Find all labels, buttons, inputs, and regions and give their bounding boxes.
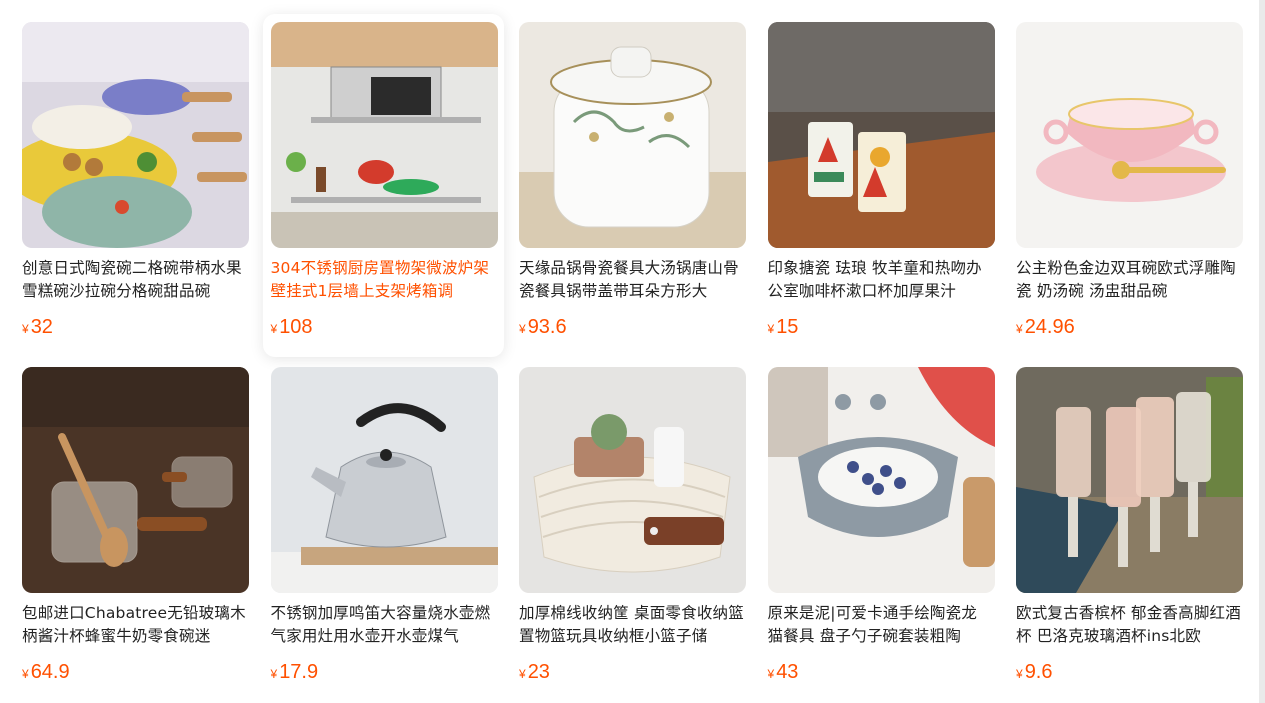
product-title[interactable]: 加厚棉线收纳筐 桌面零食收纳篮 置物篮玩具收纳框小篮子储 bbox=[519, 602, 744, 648]
product-price: ¥9.6 bbox=[1016, 661, 1053, 684]
product-title[interactable]: 包邮进口Chabatree无铅玻璃木柄酱汁杯蜂蜜牛奶零食碗迷 bbox=[22, 602, 247, 648]
product-card[interactable]: 印象搪瓷 珐琅 牧羊童和热吻办公室咖啡杯漱口杯加厚果汁 ¥15 bbox=[760, 14, 1001, 357]
currency-symbol: ¥ bbox=[767, 667, 775, 681]
currency-symbol: ¥ bbox=[22, 322, 29, 336]
price-value: 17.9 bbox=[279, 661, 319, 683]
product-title[interactable]: 不锈钢加厚鸣笛大容量烧水壶燃气家用灶用水壶开水壶煤气 bbox=[271, 602, 496, 648]
product-grid: 创意日式陶瓷碗二格碗带柄水果雪糕碗沙拉碗分格碗甜品碗 ¥32 304不锈钢厨房置… bbox=[14, 14, 1249, 702]
product-title[interactable]: 欧式复古香槟杯 郁金香高脚红酒杯 巴洛克玻璃酒杯ins北欧 bbox=[1016, 602, 1241, 648]
currency-symbol: ¥ bbox=[22, 667, 29, 681]
price-value: 93.6 bbox=[527, 316, 567, 338]
product-card[interactable]: 包邮进口Chabatree无铅玻璃木柄酱汁杯蜂蜜牛奶零食碗迷 ¥64.9 bbox=[14, 359, 255, 702]
currency-symbol: ¥ bbox=[1016, 322, 1023, 336]
product-card[interactable]: 天缘品锅骨瓷餐具大汤锅唐山骨瓷餐具锅带盖带耳朵方形大 ¥93.6 bbox=[511, 14, 752, 357]
page-scrollbar[interactable] bbox=[1259, 0, 1265, 703]
product-price: ¥23 bbox=[519, 661, 550, 684]
price-value: 32 bbox=[30, 316, 53, 338]
price-value: 24.96 bbox=[1024, 316, 1075, 338]
product-card[interactable]: 欧式复古香槟杯 郁金香高脚红酒杯 巴洛克玻璃酒杯ins北欧 ¥9.6 bbox=[1008, 359, 1249, 702]
price-value: 9.6 bbox=[1024, 661, 1053, 683]
ceramic-divided-bowls-image[interactable] bbox=[22, 22, 249, 248]
product-title[interactable]: 公主粉色金边双耳碗欧式浮雕陶瓷 奶汤碗 汤盅甜品碗 bbox=[1016, 257, 1241, 303]
totoro-ceramic-bowl-image[interactable] bbox=[767, 367, 995, 593]
currency-symbol: ¥ bbox=[270, 667, 278, 681]
product-title[interactable]: 天缘品锅骨瓷餐具大汤锅唐山骨瓷餐具锅带盖带耳朵方形大 bbox=[519, 257, 744, 303]
product-title[interactable]: 原来是泥|可爱卡通手绘陶瓷龙猫餐具 盘子勺子碗套装粗陶 bbox=[768, 602, 993, 648]
enamel-cups-image[interactable] bbox=[767, 22, 995, 248]
currency-symbol: ¥ bbox=[270, 322, 278, 336]
price-value: 23 bbox=[527, 661, 550, 683]
currency-symbol: ¥ bbox=[767, 322, 775, 336]
product-title[interactable]: 印象搪瓷 珐琅 牧羊童和热吻办公室咖啡杯漱口杯加厚果汁 bbox=[768, 257, 993, 303]
product-price: ¥93.6 bbox=[519, 316, 567, 339]
price-value: 108 bbox=[279, 316, 313, 338]
pink-soup-bowl-image[interactable] bbox=[1016, 22, 1243, 248]
bone-china-soup-pot-image[interactable] bbox=[519, 22, 746, 248]
price-value: 43 bbox=[776, 661, 799, 683]
product-price: ¥17.9 bbox=[271, 661, 319, 684]
product-grid-page: 创意日式陶瓷碗二格碗带柄水果雪糕碗沙拉碗分格碗甜品碗 ¥32 304不锈钢厨房置… bbox=[0, 0, 1259, 703]
product-card[interactable]: 不锈钢加厚鸣笛大容量烧水壶燃气家用灶用水壶开水壶煤气 ¥17.9 bbox=[263, 359, 504, 702]
currency-symbol: ¥ bbox=[1016, 667, 1023, 681]
product-price: ¥108 bbox=[271, 316, 313, 339]
cotton-storage-basket-image[interactable] bbox=[519, 367, 746, 593]
currency-symbol: ¥ bbox=[519, 667, 526, 681]
product-price: ¥24.96 bbox=[1016, 316, 1075, 339]
product-card[interactable]: 创意日式陶瓷碗二格碗带柄水果雪糕碗沙拉碗分格碗甜品碗 ¥32 bbox=[14, 14, 255, 357]
product-card[interactable]: 304不锈钢厨房置物架微波炉架壁挂式1层墙上支架烤箱调 ¥108 bbox=[262, 14, 504, 357]
product-card[interactable]: 原来是泥|可爱卡通手绘陶瓷龙猫餐具 盘子勺子碗套装粗陶 ¥43 bbox=[760, 359, 1001, 702]
product-price: ¥32 bbox=[22, 316, 53, 339]
steel-kettle-image[interactable] bbox=[270, 367, 498, 593]
product-price: ¥64.9 bbox=[22, 661, 70, 684]
price-value: 64.9 bbox=[30, 661, 70, 683]
product-price: ¥43 bbox=[768, 661, 799, 684]
product-card[interactable]: 加厚棉线收纳筐 桌面零食收纳篮 置物篮玩具收纳框小篮子储 ¥23 bbox=[511, 359, 752, 702]
price-value: 15 bbox=[776, 316, 799, 338]
glass-sauce-cups-image[interactable] bbox=[22, 367, 249, 593]
product-card[interactable]: 公主粉色金边双耳碗欧式浮雕陶瓷 奶汤碗 汤盅甜品碗 ¥24.96 bbox=[1008, 14, 1249, 357]
product-price: ¥15 bbox=[768, 316, 799, 339]
currency-symbol: ¥ bbox=[519, 322, 526, 336]
product-title[interactable]: 304不锈钢厨房置物架微波炉架壁挂式1层墙上支架烤箱调 bbox=[271, 257, 496, 303]
product-title[interactable]: 创意日式陶瓷碗二格碗带柄水果雪糕碗沙拉碗分格碗甜品碗 bbox=[22, 257, 247, 303]
vintage-champagne-glasses-image[interactable] bbox=[1016, 367, 1243, 593]
kitchen-wall-shelf-image[interactable] bbox=[270, 22, 498, 248]
